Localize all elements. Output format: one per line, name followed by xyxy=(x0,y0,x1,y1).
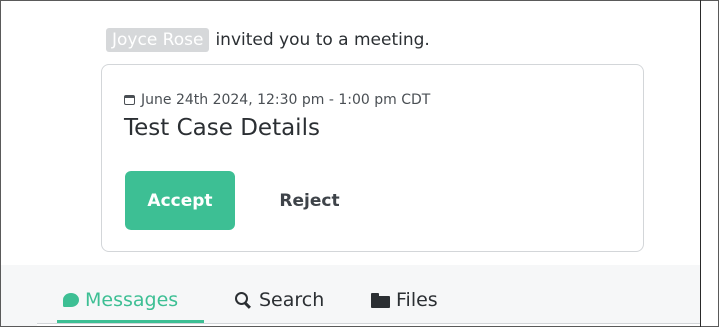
meeting-time: June 24th 2024, 12:30 pm - 1:00 pm CDT xyxy=(124,92,430,108)
tab-messages[interactable]: Messages xyxy=(63,285,178,315)
tab-files[interactable]: Files xyxy=(371,285,438,315)
accept-button[interactable]: Accept xyxy=(125,171,235,230)
search-icon xyxy=(235,292,251,309)
meeting-title: Test Case Details xyxy=(124,115,320,141)
meeting-invite-notice: Joyce Rose invited you to a meeting. xyxy=(106,27,430,53)
conversation-tabs: Messages Search Files xyxy=(1,265,701,326)
tab-files-label: Files xyxy=(396,289,438,311)
tab-search[interactable]: Search xyxy=(235,285,324,315)
chat-bubble-icon xyxy=(63,293,79,307)
folder-icon xyxy=(371,292,391,308)
meeting-card: June 24th 2024, 12:30 pm - 1:00 pm CDT T… xyxy=(101,64,644,252)
sender-mention[interactable]: Joyce Rose xyxy=(106,28,210,52)
meeting-time-text: June 24th 2024, 12:30 pm - 1:00 pm CDT xyxy=(141,92,431,108)
calendar-icon xyxy=(124,95,135,105)
reject-button[interactable]: Reject xyxy=(262,171,357,230)
chat-panel: Joyce Rose invited you to a meeting. Jun… xyxy=(0,0,719,327)
panel-divider xyxy=(700,0,701,327)
invite-message: invited you to a meeting. xyxy=(215,30,430,50)
message-input-area[interactable] xyxy=(37,323,701,326)
tab-search-label: Search xyxy=(259,289,325,311)
tab-messages-label: Messages xyxy=(85,289,179,311)
